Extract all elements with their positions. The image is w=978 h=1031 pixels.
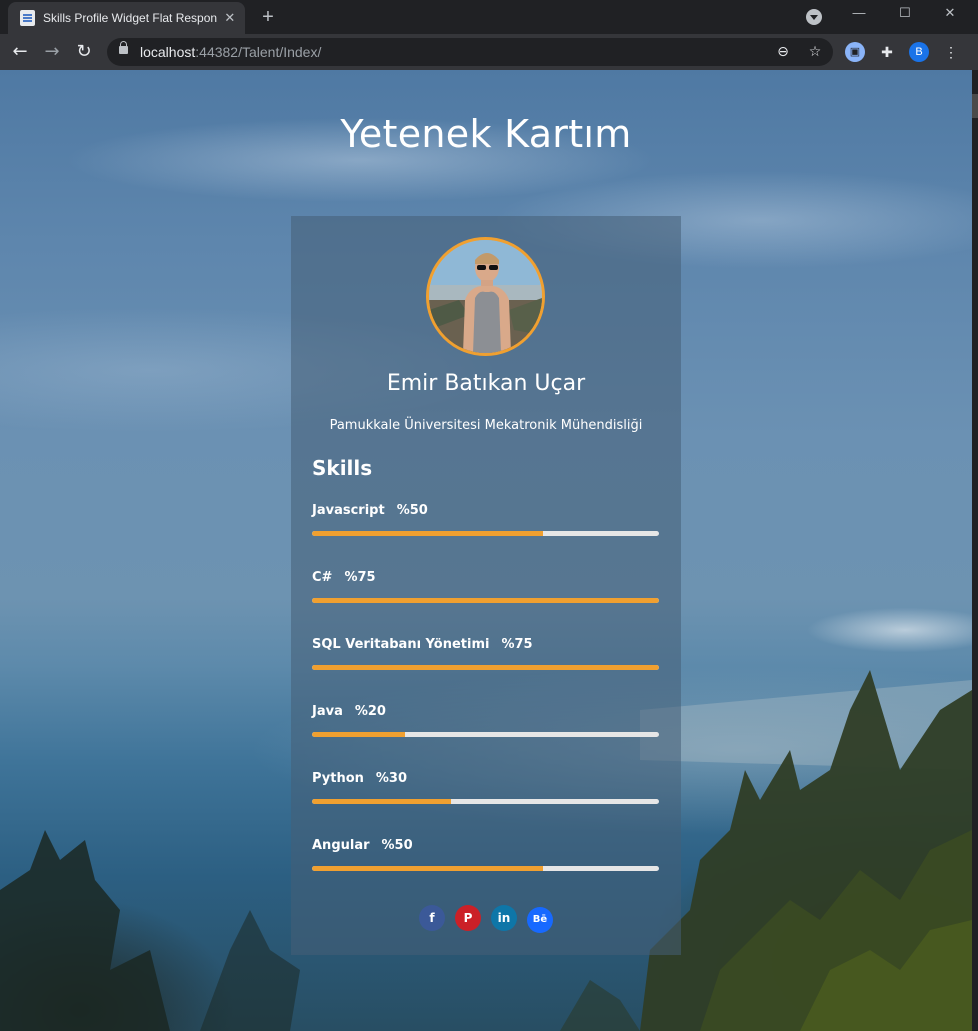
browser-toolbar: ← → ↻ localhost:44382/Talent/Index/ ⊖ ☆ …	[0, 34, 978, 70]
page-title: Yetenek Kartım	[340, 112, 632, 156]
skill-progress-track	[312, 665, 659, 670]
skills-profile-card: Emir Batıkan Uçar Pamukkale Üniversitesi…	[291, 216, 681, 955]
close-window-icon[interactable]: ✕	[927, 0, 973, 30]
social-links: f Pin Bē	[291, 905, 681, 933]
address-bar[interactable]: localhost:44382/Talent/Index/ ⊖ ☆	[107, 38, 833, 66]
skill-progress-track	[312, 598, 659, 603]
tab-title: Skills Profile Widget Flat Responsive	[43, 11, 217, 25]
skill-name: Javascript	[312, 503, 385, 518]
close-tab-icon[interactable]: ✕	[223, 11, 237, 26]
skill-progress-fill	[312, 866, 544, 871]
bookmark-star-icon[interactable]: ☆	[805, 42, 825, 62]
skill-item-java: Java %20	[312, 704, 659, 748]
skill-name: Angular	[312, 838, 370, 853]
tab-search-icon[interactable]	[806, 9, 822, 25]
scrollbar-thumb[interactable]	[972, 94, 978, 118]
reload-icon[interactable]: ↻	[72, 40, 96, 64]
skill-percent: %75	[501, 637, 533, 652]
skill-item-javascript: Javascript %50	[312, 503, 659, 547]
skill-progress-track	[312, 732, 659, 737]
skill-item-csharp: C# %75	[312, 570, 659, 614]
url-text[interactable]: localhost:44382/Talent/Index/	[140, 44, 321, 60]
skill-progress-track	[312, 866, 659, 871]
skill-progress-fill	[312, 531, 544, 536]
skill-progress-fill	[312, 598, 659, 603]
skill-item-angular: Angular %50	[312, 838, 659, 882]
skill-item-sql: SQL Veritabanı Yönetimi %75	[312, 637, 659, 681]
skill-percent: %50	[396, 503, 428, 518]
scrollbar-track[interactable]	[972, 70, 978, 1031]
zoom-icon[interactable]: ⊖	[773, 42, 793, 62]
profile-name: Emir Batıkan Uçar	[386, 371, 586, 396]
forward-arrow-icon[interactable]: →	[40, 40, 64, 64]
skill-progress-fill	[312, 732, 405, 737]
skill-percent: %50	[381, 838, 413, 853]
skill-name: SQL Veritabanı Yönetimi	[312, 637, 490, 652]
pinterest-icon[interactable]: P	[455, 905, 481, 931]
skills-heading: Skills	[312, 456, 373, 480]
browser-tabstrip: Skills Profile Widget Flat Responsive ✕ …	[0, 0, 978, 34]
linkedin-icon[interactable]: in	[491, 905, 517, 931]
page-viewport: Yetenek Kartım Emir Batıkan Uçar Pamukka…	[0, 70, 972, 1031]
skill-progress-track	[312, 799, 659, 804]
skill-progress-fill	[312, 665, 659, 670]
skill-name: C#	[312, 570, 333, 585]
profile-subtitle: Pamukkale Üniversitesi Mekatronik Mühend…	[329, 418, 643, 433]
minimize-window-icon[interactable]: —	[836, 0, 882, 30]
skill-name: Java	[312, 704, 343, 719]
skill-percent: %20	[354, 704, 386, 719]
extension-icon[interactable]: ▣	[845, 42, 865, 62]
skill-progress-track	[312, 531, 659, 536]
behance-icon[interactable]: Bē	[527, 907, 553, 933]
browser-menu-icon[interactable]: ⋮	[941, 42, 961, 62]
skill-item-python: Python %30	[312, 771, 659, 815]
lock-icon[interactable]	[119, 41, 128, 54]
skill-progress-fill	[312, 799, 451, 804]
page-favicon-icon	[20, 10, 35, 26]
puzzle-extensions-icon[interactable]: ✚	[877, 42, 897, 62]
facebook-icon[interactable]: f	[419, 905, 445, 931]
skill-percent: %75	[344, 570, 376, 585]
profile-avatar[interactable]: B	[909, 42, 929, 62]
back-arrow-icon[interactable]: ←	[8, 40, 32, 64]
skill-percent: %30	[375, 771, 408, 786]
maximize-window-icon[interactable]: ☐	[882, 0, 928, 30]
new-tab-button[interactable]: +	[256, 5, 280, 29]
browser-tab[interactable]: Skills Profile Widget Flat Responsive ✕	[8, 2, 245, 34]
skill-name: Python	[312, 771, 364, 786]
profile-avatar-photo	[426, 237, 545, 356]
